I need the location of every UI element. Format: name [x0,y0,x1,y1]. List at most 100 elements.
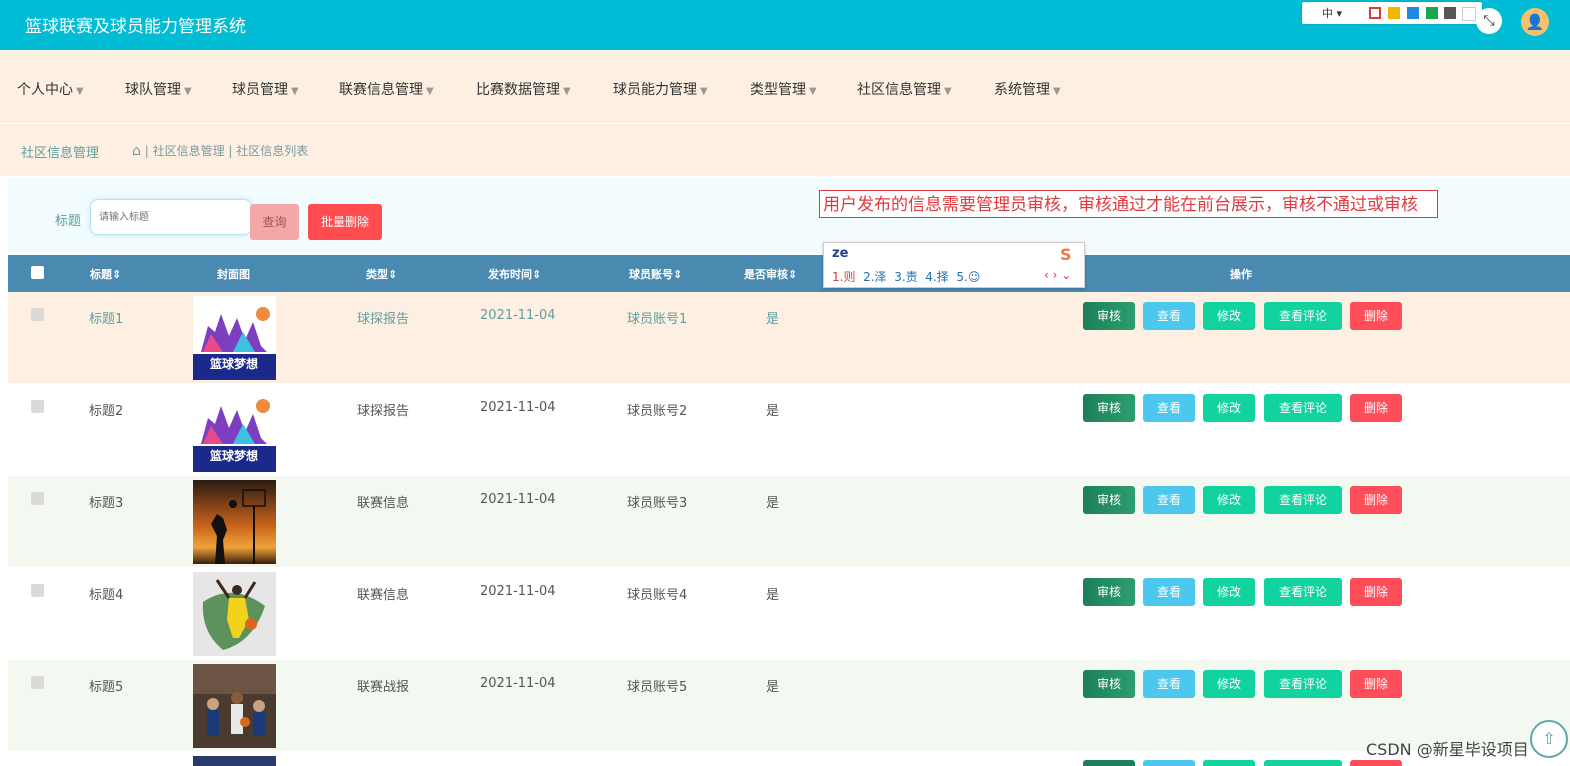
view-comments-button[interactable] [1264,760,1342,766]
edit-button[interactable] [1203,760,1255,766]
delete-button[interactable]: 删除 [1350,486,1402,514]
header-type[interactable]: 类型⇕ [366,266,397,282]
row-type: 球探报告 [357,312,410,327]
row-title: 标题3 [89,496,124,511]
review-button[interactable]: 审核 [1083,394,1135,422]
ime-language-toggle[interactable]: 中 ▾ [1322,5,1342,21]
batch-delete-button[interactable]: 批量删除 [308,204,382,240]
back-to-top-icon[interactable]: ⇧ [1530,720,1568,758]
review-button[interactable] [1083,760,1135,766]
ime-candidate[interactable]: 3.责 [894,270,917,284]
fullscreen-icon[interactable]: ⤡ [1476,8,1502,34]
search-input[interactable] [90,199,252,235]
cover-image: 篮球梦想 [193,296,276,380]
row-checkbox[interactable] [31,492,44,505]
header-reviewed[interactable]: 是否审核⇕ [744,266,797,282]
view-button[interactable]: 查看 [1143,394,1195,422]
query-button[interactable]: 查询 [250,204,299,240]
view-button[interactable]: 查看 [1143,578,1195,606]
review-button[interactable]: 审核 [1083,670,1135,698]
table-row: 标题4 联赛信息 2021-11-04 球员账号4 是 审核 查看 修改 查看评… [8,568,1570,659]
ime-swatch-yellow[interactable] [1388,7,1400,19]
row-date: 2021-11-04 [480,308,556,323]
cover-image [193,664,276,748]
page-title: 社区信息管理 [21,146,100,161]
nav-item-player[interactable]: 球员管理 ▼ [232,79,299,99]
row-checkbox[interactable] [31,308,44,321]
header-account[interactable]: 球员账号⇕ [629,266,682,282]
cover-image [193,756,276,766]
header-date[interactable]: 发布时间⇕ [488,266,541,282]
ime-candidate-popup[interactable]: ze S 1.则 2.泽 3.责 4.择 5.☺ ‹ › ⌄ [823,242,1085,288]
header-title[interactable]: 标题⇕ [90,266,121,282]
ime-page-arrows-icon[interactable]: ‹ › ⌄ [1044,268,1071,282]
ime-candidate[interactable]: 2.泽 [863,270,886,284]
view-comments-button[interactable]: 查看评论 [1264,578,1342,606]
nav-item-player-ability[interactable]: 球员能力管理 ▼ [613,79,708,99]
delete-button[interactable]: 删除 [1350,302,1402,330]
watermark: CSDN @新星毕设项目 [1366,740,1529,759]
nav-item-system[interactable]: 系统管理 ▼ [994,79,1061,99]
row-reviewed: 是 [766,496,780,511]
nav-item-team[interactable]: 球队管理 ▼ [125,79,192,99]
nav-item-type[interactable]: 类型管理 ▼ [750,79,817,99]
chevron-down-icon: ▼ [426,86,434,97]
breadcrumb-path[interactable]: | 社区信息管理 | 社区信息列表 [141,144,309,158]
delete-button[interactable] [1350,760,1402,766]
nav-item-league[interactable]: 联赛信息管理 ▼ [339,79,434,99]
row-title: 标题5 [89,680,124,695]
row-checkbox[interactable] [31,400,44,413]
ime-swatch-blue[interactable] [1407,7,1419,19]
ime-swatch-gray[interactable] [1444,7,1456,19]
view-comments-button[interactable]: 查看评论 [1264,302,1342,330]
ime-candidate[interactable]: 1.则 [832,270,855,284]
row-account: 球员账号5 [627,680,688,695]
edit-button[interactable]: 修改 [1203,578,1255,606]
ime-swatch-red[interactable] [1369,7,1381,19]
home-icon[interactable]: ⌂ [132,143,141,159]
view-button[interactable]: 查看 [1143,486,1195,514]
nav-item-community[interactable]: 社区信息管理 ▼ [857,79,952,99]
edit-button[interactable]: 修改 [1203,670,1255,698]
table-row: 标题1 篮球梦想 球探报告 2021-11-04 球员账号1 是 审核 查看 修… [8,292,1570,383]
edit-button[interactable]: 修改 [1203,486,1255,514]
review-button[interactable]: 审核 [1083,302,1135,330]
table-header: 标题⇕ 封面图 类型⇕ 发布时间⇕ 球员账号⇕ 是否审核⇕ 操作 [8,255,1570,292]
nav-item-match-data[interactable]: 比赛数据管理 ▼ [476,79,571,99]
row-reviewed: 是 [766,680,780,695]
chevron-down-icon: ▼ [700,86,708,97]
table-row: 标题5 联赛战报 2021-11-04 球员账号5 是 审核 查看 修改 查看评… [8,660,1570,751]
ime-toolbar[interactable]: 中 ▾ [1302,2,1482,24]
row-title: 标题2 [89,404,124,419]
row-checkbox[interactable] [31,584,44,597]
view-comments-button[interactable]: 查看评论 [1264,670,1342,698]
avatar[interactable]: 👤 [1521,8,1549,36]
table-row: 标题2 篮球梦想 球探报告 2021-11-04 球员账号2 是 审核 查看 修… [8,384,1570,475]
edit-button[interactable]: 修改 [1203,302,1255,330]
ime-candidate[interactable]: 4.择 [925,270,948,284]
ime-candidate[interactable]: 5.☺ [956,270,980,284]
view-button[interactable] [1143,760,1195,766]
edit-button[interactable]: 修改 [1203,394,1255,422]
search-label: 标题 [55,214,82,229]
row-checkbox[interactable] [31,676,44,689]
view-button[interactable]: 查看 [1143,670,1195,698]
row-account: 球员账号2 [627,404,688,419]
row-account: 球员账号4 [627,588,688,603]
chevron-down-icon: ▼ [944,86,952,97]
view-comments-button[interactable]: 查看评论 [1264,486,1342,514]
view-button[interactable]: 查看 [1143,302,1195,330]
delete-button[interactable]: 删除 [1350,670,1402,698]
delete-button[interactable]: 删除 [1350,578,1402,606]
ime-candidates[interactable]: 1.则 2.泽 3.责 4.择 5.☺ [832,268,980,285]
nav-item-personal-center[interactable]: 个人中心 ▼ [17,79,84,99]
review-button[interactable]: 审核 [1083,486,1135,514]
delete-button[interactable]: 删除 [1350,394,1402,422]
view-comments-button[interactable]: 查看评论 [1264,394,1342,422]
row-reviewed: 是 [766,588,780,603]
ime-swatch-white[interactable] [1462,7,1476,21]
chevron-down-icon: ▼ [184,86,192,97]
select-all-checkbox[interactable] [31,266,44,279]
review-button[interactable]: 审核 [1083,578,1135,606]
ime-swatch-green[interactable] [1426,7,1438,19]
